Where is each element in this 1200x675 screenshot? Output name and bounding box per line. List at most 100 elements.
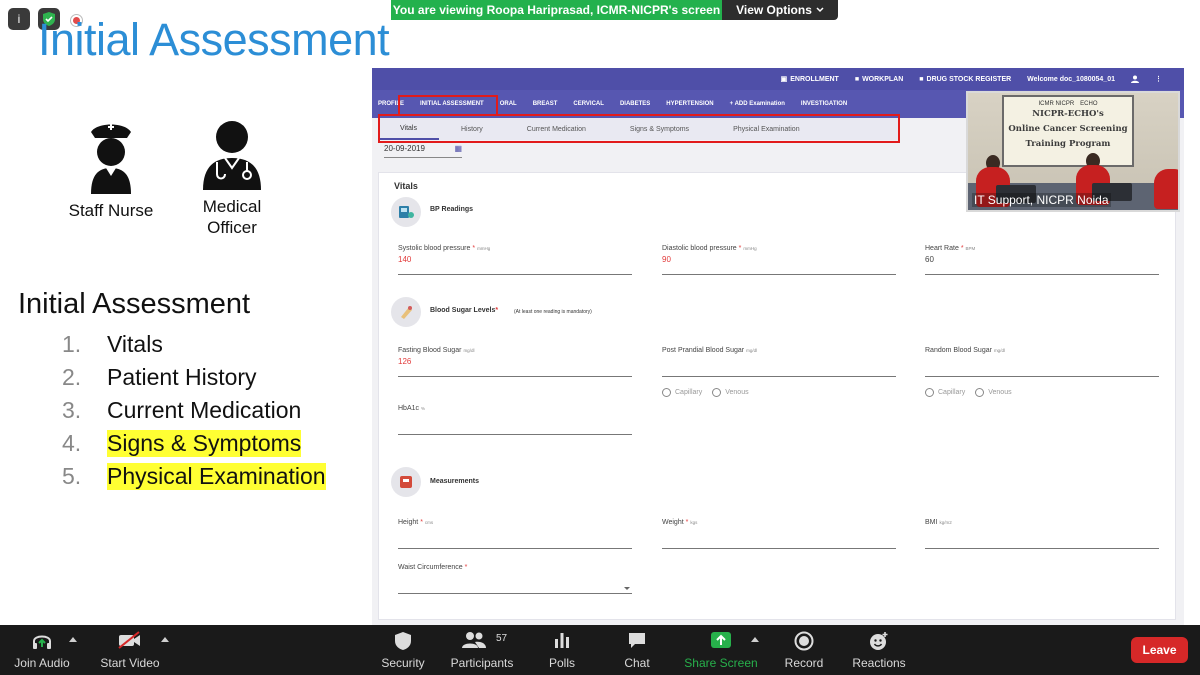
height-unit: cms (424, 520, 434, 525)
enrollment-link[interactable]: ▣ ENROLLMENT (781, 75, 839, 84)
share-options-caret-icon[interactable] (751, 637, 759, 642)
view-options-label: View Options (736, 3, 812, 17)
role-staff-nurse: Staff Nurse (64, 120, 158, 221)
chevron-down-icon (816, 7, 824, 13)
reactions-button[interactable]: Reactions (852, 625, 906, 675)
share-screen-icon (711, 632, 731, 648)
random-sugar-field[interactable]: Random Blood Sugar mg/dl (925, 347, 1159, 377)
polls-bar-chart-icon (555, 633, 569, 648)
pp-sample-type: Capillary Venous (662, 388, 749, 397)
radio-capillary[interactable]: Capillary (662, 388, 702, 397)
item-number: 1. (62, 331, 82, 357)
list-item: 5. Physical Examination (62, 460, 326, 493)
measurements-title: Measurements (430, 478, 480, 485)
calendar-icon[interactable]: ▦ (454, 144, 462, 153)
fasting-value: 126 (398, 357, 412, 366)
nav-investigation[interactable]: INVESTIGATION (801, 101, 847, 107)
list-item: 2. Patient History (62, 361, 326, 394)
nav-oral[interactable]: ORAL (500, 101, 517, 107)
slide-title: Initial Assessment (38, 14, 390, 65)
drug-stock-link[interactable]: ■ DRUG STOCK REGISTER (919, 76, 1011, 83)
item-text-highlighted: Physical Examination (107, 463, 326, 490)
post-prandial-field[interactable]: Post Prandial Blood Sugar mg/dl (662, 347, 896, 377)
join-audio-button[interactable]: Join Audio (8, 625, 76, 675)
role-medical-officer: Medical Officer (196, 120, 268, 238)
hba1c-label: HbA1c (398, 405, 420, 412)
nurse-icon (91, 124, 131, 194)
random-unit: mg/dl (993, 348, 1005, 353)
zoom-meeting-window: i You are viewing Roopa Hariprasad, ICMR… (0, 0, 1200, 675)
item-text: Patient History (107, 364, 257, 390)
hba1c-field[interactable]: HbA1c% (398, 405, 632, 435)
date-field[interactable]: 20-09-2019 ▦ (384, 144, 462, 158)
audio-options-caret-icon[interactable] (69, 637, 77, 642)
meeting-toolbar: Join Audio Start Video Security 57 Parti… (0, 625, 1200, 675)
heart-rate-field[interactable]: Heart Rate * BPM 60 (925, 245, 1159, 275)
diastolic-label: Diastolic blood pressure (662, 245, 737, 252)
participant-video[interactable]: ICMR NICPR ECHO NICPR-ECHO's Online Cance… (966, 91, 1180, 212)
more-menu-icon[interactable]: ⋮ (1155, 75, 1162, 83)
chat-button[interactable]: Chat (620, 625, 654, 675)
workplan-label: WORKPLAN (862, 75, 904, 83)
radio-capillary[interactable]: Capillary (925, 388, 965, 397)
nav-hypertension[interactable]: HYPERTENSION (666, 101, 713, 107)
participants-button[interactable]: 57 Participants (448, 625, 516, 675)
height-label: Height (398, 519, 419, 526)
banner-line: Training Program (1025, 139, 1111, 149)
workplan-link[interactable]: ■ WORKPLAN (855, 76, 903, 83)
bmi-field[interactable]: BMI kg/m2 (925, 519, 1159, 549)
record-button[interactable]: Record (782, 625, 826, 675)
doctor-icon (203, 121, 261, 190)
polls-button[interactable]: Polls (542, 625, 582, 675)
security-shield-icon (395, 632, 411, 650)
chat-bubble-icon (629, 633, 645, 648)
diastolic-unit: mmHg (743, 246, 757, 251)
waist-select[interactable]: Waist Circumference * (398, 564, 632, 594)
banner-line: Online Cancer Screening (1008, 124, 1128, 134)
sugar-note: (At least one reading is mandatory) (514, 309, 592, 315)
nav-diabetes[interactable]: DIABETES (620, 101, 650, 107)
bmi-label: BMI (925, 519, 938, 526)
share-screen-label: Share Screen (684, 656, 758, 670)
security-button[interactable]: Security (376, 625, 430, 675)
list-item: 1. Vitals (62, 328, 326, 361)
height-field[interactable]: Height * cms (398, 519, 632, 549)
radio-circle (712, 388, 722, 397)
pp-unit: mg/dl (746, 348, 758, 353)
banner-line: NICPR-ECHO's (1032, 109, 1104, 119)
nav-cervical[interactable]: CERVICAL (573, 101, 604, 107)
reactions-label: Reactions (852, 656, 906, 670)
reactions-smiley-icon (870, 632, 888, 650)
pp-label: Post Prandial Blood Sugar (662, 347, 745, 354)
user-icon[interactable] (1131, 75, 1139, 83)
radio-circle (662, 388, 671, 397)
assessment-heading: Initial Assessment (18, 288, 251, 320)
radio-venous[interactable]: Venous (975, 388, 1012, 397)
vitals-card: Vitals BP Readings Systolic blood pressu… (378, 172, 1176, 620)
dropdown-caret-icon (624, 587, 630, 590)
bmi-unit: kg/m2 (939, 520, 952, 525)
nav-add-examination[interactable]: + ADD Examination (730, 101, 785, 107)
drug-stock-label: DRUG STOCK REGISTER (926, 75, 1012, 83)
share-screen-button[interactable]: Share Screen (684, 625, 758, 675)
meeting-info-icon[interactable]: i (8, 8, 30, 30)
radio-circle (975, 388, 985, 397)
fasting-sugar-field[interactable]: Fasting Blood Sugar mg/dl 126 (398, 347, 632, 377)
polls-label: Polls (548, 656, 575, 670)
radio-venous[interactable]: Venous (712, 388, 749, 397)
leave-button[interactable]: Leave (1131, 637, 1188, 663)
view-options-button[interactable]: View Options (722, 0, 838, 20)
diastolic-field[interactable]: Diastolic blood pressure * mmHg 90 (662, 245, 896, 275)
item-text: Vitals (107, 331, 163, 357)
item-text-highlighted: Signs & Symptoms (107, 430, 302, 457)
video-options-caret-icon[interactable] (161, 637, 169, 642)
systolic-field[interactable]: Systolic blood pressure * mmHg 140 (398, 245, 632, 275)
list-item: 3. Current Medication (62, 394, 326, 427)
radio-label: Venous (725, 389, 749, 396)
video-off-icon (118, 631, 140, 649)
app-top-bar: ▣ ENROLLMENT ■ WORKPLAN ■ DRUG STOCK REG… (372, 68, 1184, 90)
nav-breast[interactable]: BREAST (533, 101, 558, 107)
start-video-button[interactable]: Start Video (94, 625, 166, 675)
weight-field[interactable]: Weight * kgs (662, 519, 896, 549)
systolic-value: 140 (398, 255, 412, 264)
